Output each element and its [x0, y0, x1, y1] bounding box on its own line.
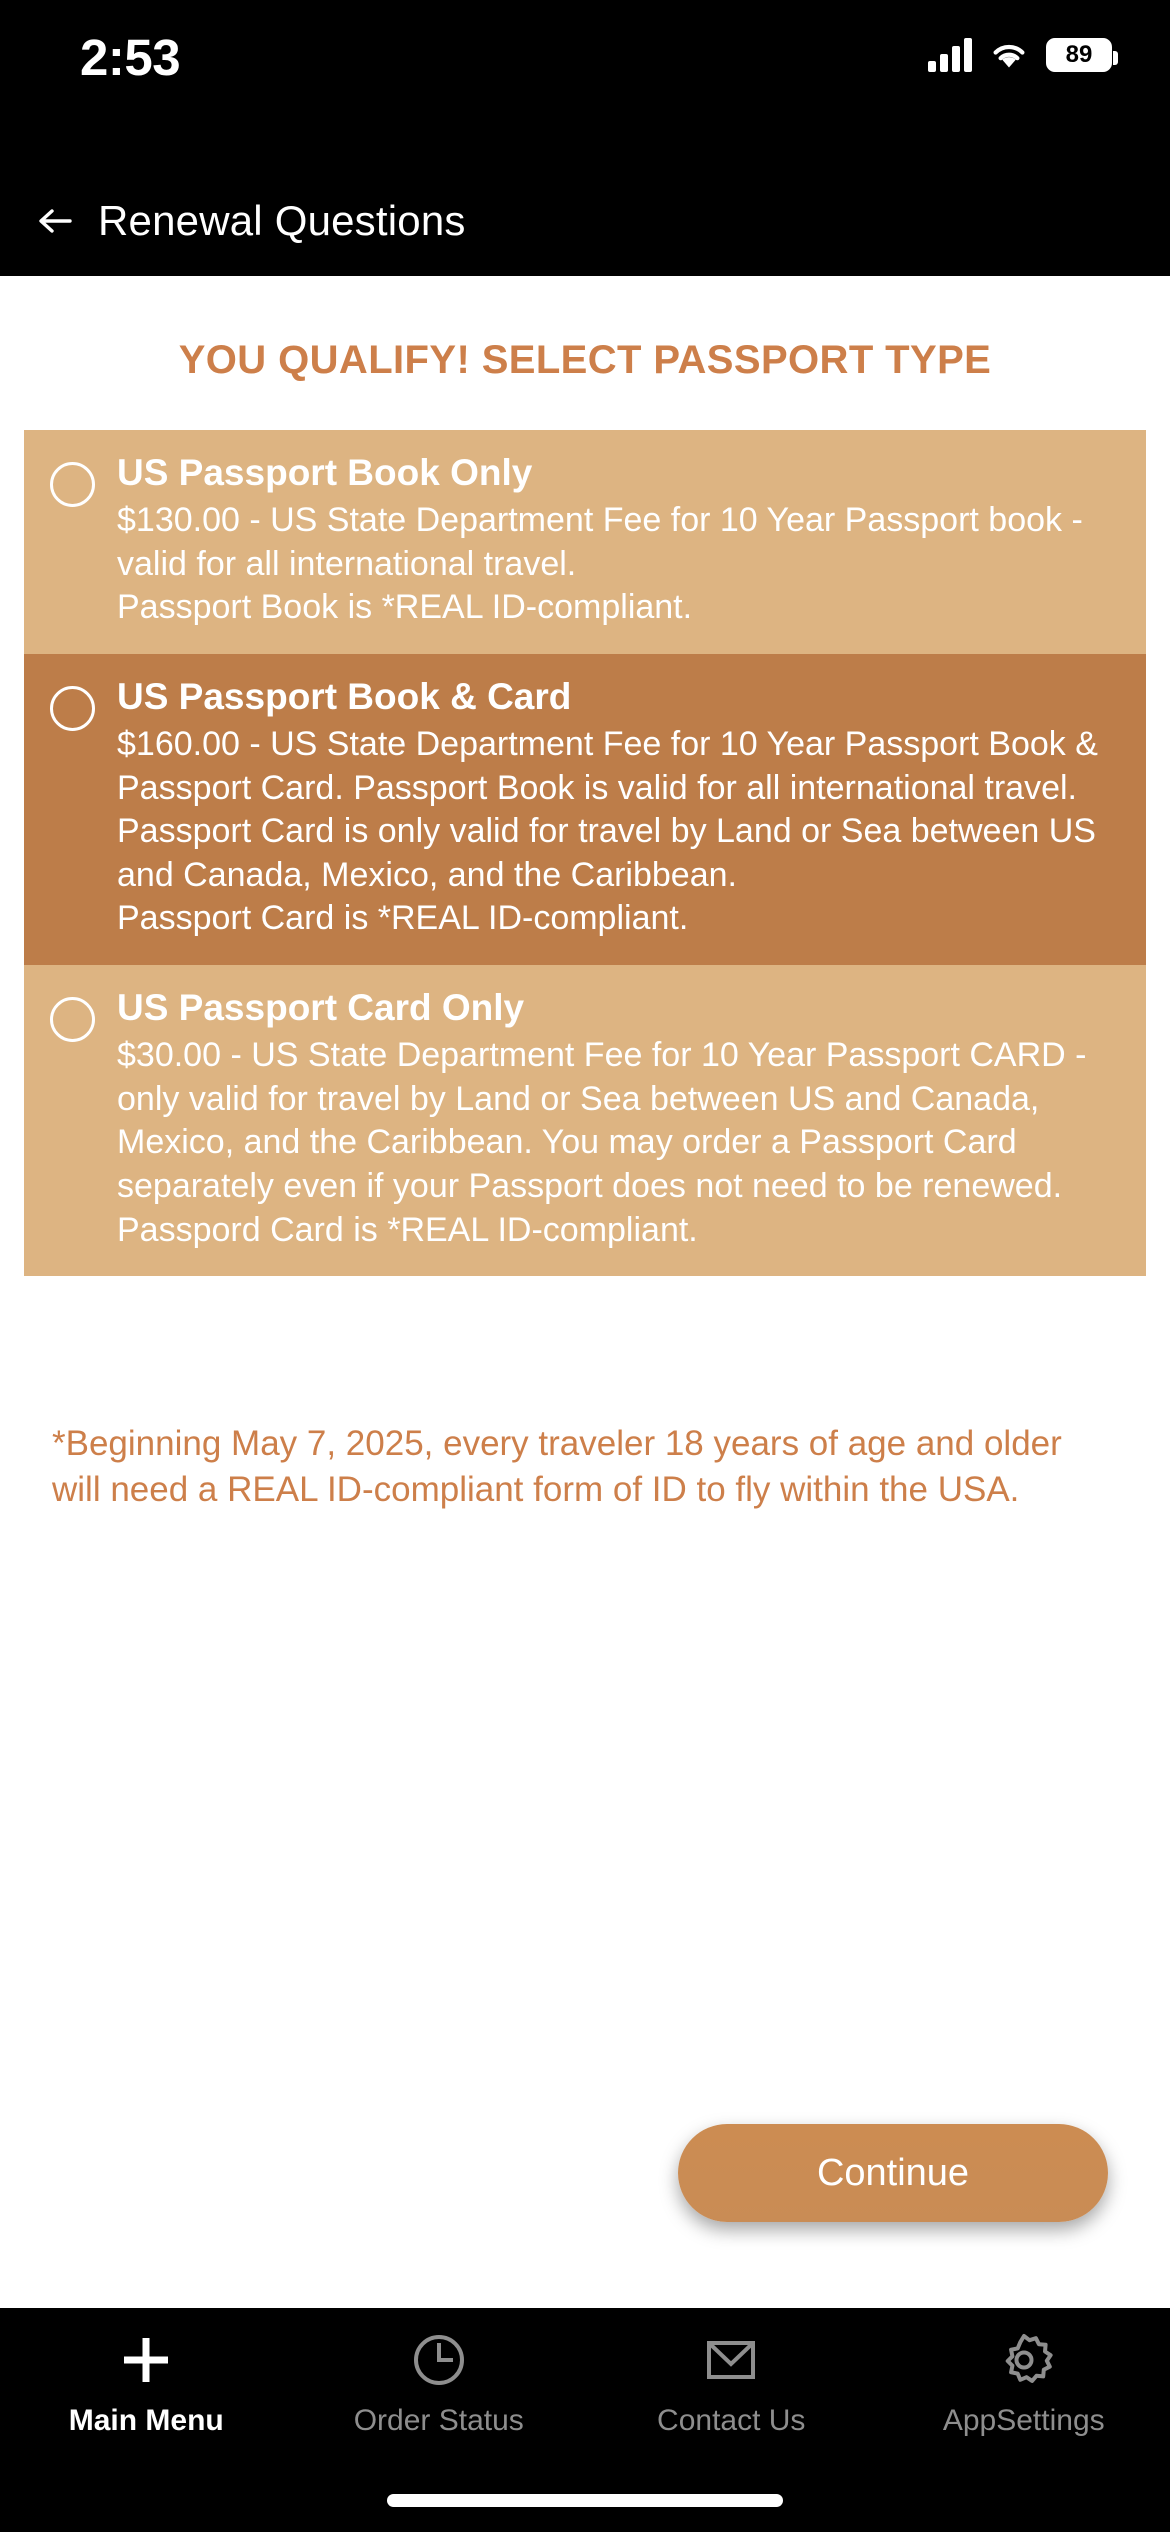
cellular-signal-icon — [928, 38, 972, 72]
navigation-bar: Renewal Questions — [0, 166, 1170, 276]
radio-button-book-and-card[interactable] — [50, 685, 95, 731]
battery-icon: 89 — [1046, 38, 1118, 72]
tab-label: Main Menu — [68, 2404, 224, 2437]
option-us-passport-book-and-card[interactable]: US Passport Book & Card $160.00 - US Sta… — [24, 653, 1146, 965]
option-text-group: US Passport Book Only $130.00 - US State… — [117, 452, 1120, 630]
option-description: $30.00 - US State Department Fee for 10 … — [117, 1036, 1087, 1249]
radio-button-card-only[interactable] — [50, 997, 95, 1042]
option-title: US Passport Book Only — [117, 452, 533, 493]
continue-row: Continue — [0, 2124, 1170, 2222]
option-description: $160.00 - US State Department Fee for 10… — [117, 725, 1098, 938]
home-indicator-area — [0, 2490, 1170, 2532]
status-bar-time: 2:53 — [80, 29, 181, 86]
plus-icon — [116, 2330, 176, 2390]
option-text-group: US Passport Card Only $30.00 - US State … — [117, 987, 1120, 1252]
gear-icon — [994, 2330, 1054, 2390]
option-us-passport-book-only[interactable]: US Passport Book Only $130.00 - US State… — [24, 430, 1146, 654]
tab-contact-us[interactable]: Contact Us — [585, 2330, 878, 2438]
option-title: US Passport Card Only — [117, 987, 525, 1028]
option-description: $130.00 - US State Department Fee for 10… — [117, 501, 1083, 627]
status-bar: 2:53 89 — [0, 0, 1170, 166]
radio-button-book-only[interactable] — [50, 462, 95, 507]
wifi-icon — [989, 40, 1029, 70]
real-id-footnote: *Beginning May 7, 2025, every traveler 1… — [52, 1424, 1062, 1509]
tab-main-menu[interactable]: Main Menu — [0, 2330, 293, 2438]
passport-type-options: US Passport Book Only $130.00 - US State… — [24, 430, 1146, 1277]
app-screen: 2:53 89 Renewal Questions YOU QUALIFY! S… — [0, 0, 1170, 2532]
status-bar-indicators: 89 — [928, 38, 1118, 72]
back-button[interactable]: Renewal Questions — [34, 197, 466, 245]
battery-percent-label: 89 — [1065, 41, 1093, 68]
back-arrow-icon — [34, 200, 76, 242]
content-area: YOU QUALIFY! SELECT PASSPORT TYPE US Pas… — [0, 276, 1170, 2308]
clock-icon — [409, 2330, 469, 2390]
tab-app-settings[interactable]: AppSettings — [878, 2330, 1170, 2438]
page-heading: YOU QUALIFY! SELECT PASSPORT TYPE — [178, 338, 992, 382]
page-title-navbar: Renewal Questions — [98, 197, 466, 244]
option-title: US Passport Book & Card — [117, 675, 572, 717]
tab-label: AppSettings — [942, 2404, 1105, 2437]
envelope-icon — [701, 2330, 761, 2390]
tab-label: Order Status — [353, 2404, 524, 2437]
option-text-group: US Passport Book & Card $160.00 - US Sta… — [117, 676, 1120, 941]
continue-button[interactable]: Continue — [678, 2124, 1108, 2222]
bottom-tab-bar: Main Menu Order Status Contact Us AppSet… — [0, 2308, 1170, 2490]
tab-order-status[interactable]: Order Status — [293, 2330, 586, 2438]
tab-label: Contact Us — [657, 2404, 806, 2437]
home-indicator[interactable] — [387, 2494, 783, 2507]
option-us-passport-card-only[interactable]: US Passport Card Only $30.00 - US State … — [24, 965, 1146, 1277]
